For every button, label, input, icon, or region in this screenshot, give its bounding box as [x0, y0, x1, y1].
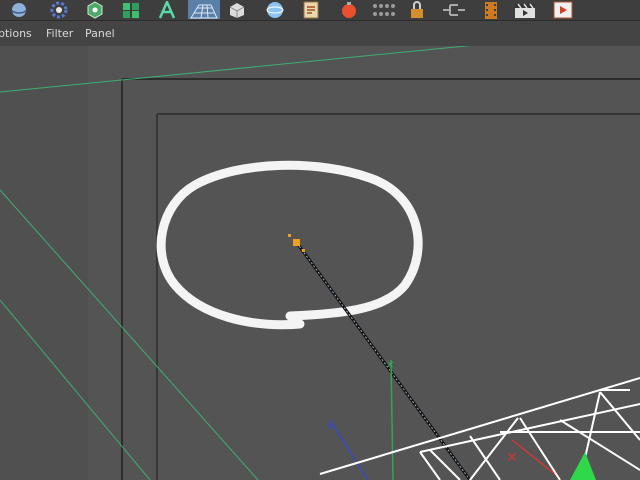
viewport-canvas: ✕ ✕ ✕	[0, 46, 640, 480]
floor-plane-icon[interactable]	[188, 0, 220, 19]
gear-deformer-icon[interactable]	[46, 0, 72, 19]
material-ball-icon[interactable]	[336, 0, 362, 19]
render-picture-icon[interactable]	[550, 0, 576, 19]
script-document-icon[interactable]	[298, 0, 324, 19]
y-axis-arrow-head	[570, 452, 596, 480]
menu-panel[interactable]: Panel	[85, 27, 115, 40]
x-axis-line	[511, 439, 561, 479]
z-axis-line	[329, 419, 369, 480]
menu-filter[interactable]: Filter	[46, 27, 73, 40]
top-toolbar	[0, 0, 640, 20]
point-handle-small[interactable]	[288, 234, 291, 237]
hexagon-cube-icon[interactable]	[82, 0, 108, 19]
y-axis-line	[390, 359, 394, 480]
dots-grid-icon[interactable]	[370, 0, 396, 19]
viewport-left-shade	[0, 46, 88, 480]
selected-point-handle[interactable]	[293, 239, 300, 246]
menu-options[interactable]: ptions	[0, 27, 32, 40]
viewport-menu-bar: ptions Filter Panel	[0, 20, 640, 46]
y-axis-glyph: ✕	[386, 360, 394, 371]
clapperboard-icon[interactable]	[512, 0, 538, 19]
x-axis-glyph: ✕	[506, 450, 518, 466]
3d-viewport[interactable]: ✕ ✕ ✕	[0, 46, 640, 480]
mograph-cloner-icon[interactable]	[118, 0, 144, 19]
safe-frame-outer	[121, 78, 640, 480]
film-strip-icon[interactable]	[478, 0, 504, 19]
lathe-spline-icon[interactable]	[154, 0, 180, 19]
sphere-object-icon[interactable]	[6, 0, 32, 19]
globe-environment-icon[interactable]	[262, 0, 288, 19]
lock-icon[interactable]	[404, 0, 430, 19]
node-graph-icon[interactable]	[440, 0, 466, 19]
hand-drawn-circle-annotation	[156, 160, 423, 330]
z-axis-glyph: ✕	[326, 422, 334, 433]
cube-primitive-icon[interactable]	[224, 0, 250, 19]
wireframe-floor-object[interactable]	[319, 377, 640, 480]
